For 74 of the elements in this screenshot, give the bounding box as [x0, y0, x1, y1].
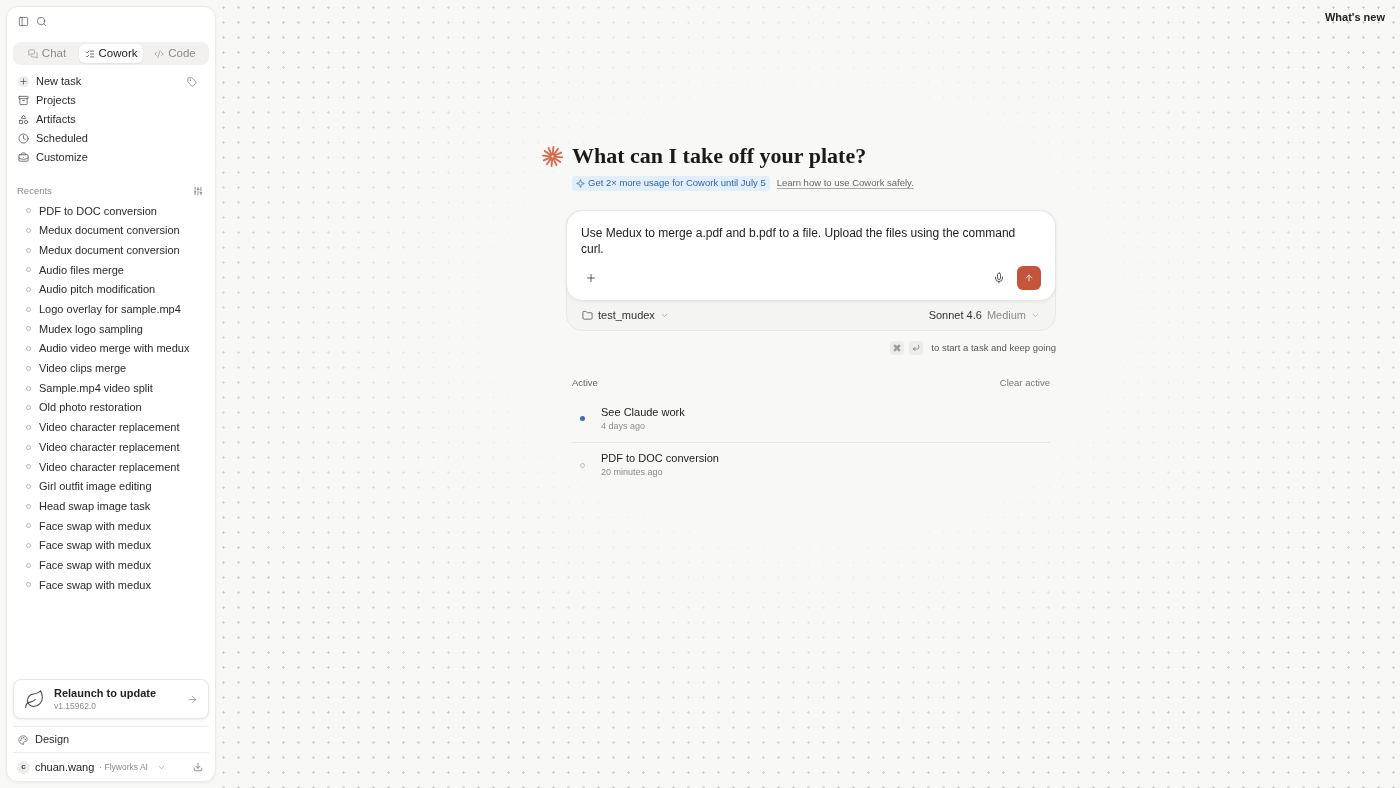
whats-new-link[interactable]: What's new [1324, 9, 1385, 26]
search-icon[interactable] [36, 15, 47, 27]
section-label: Recents [17, 183, 52, 198]
nav-item[interactable]: New task [13, 72, 82, 91]
sidebar-toggle-icon[interactable] [18, 15, 29, 27]
recent-item[interactable]: Audio pitch modification [13, 279, 209, 300]
recent-item[interactable]: Audio files merge [13, 260, 209, 280]
recent-item[interactable]: Video clips merge [13, 358, 209, 379]
send-button[interactable] [1017, 266, 1041, 290]
plus-icon [585, 272, 597, 284]
recent-item[interactable]: Audio video merge with medux [13, 338, 209, 359]
learn-more-link[interactable]: Learn how to use Cowork safely. [776, 176, 914, 191]
promo-badge[interactable]: Get 2× more usage for Cowork until July 5 [572, 176, 770, 191]
model-selector[interactable]: Sonnet 4.6 Medium [928, 306, 1040, 324]
nav-item[interactable]: Artifacts [13, 110, 76, 129]
tag-icon[interactable] [187, 76, 197, 87]
design-item[interactable]: Design [13, 731, 70, 748]
briefcase-icon [18, 152, 29, 163]
recent-item[interactable]: Video character replacement [13, 456, 209, 477]
recent-item[interactable]: Girl outfit image editing [13, 476, 209, 497]
update-card[interactable]: Relaunch to update v1.15962.0 [13, 679, 209, 719]
palette-icon [18, 734, 28, 745]
command-key-icon [890, 341, 905, 356]
return-key-icon [909, 341, 924, 356]
recent-item[interactable]: Head swap image task [13, 496, 209, 516]
sliders-icon[interactable] [193, 186, 203, 196]
version-label: v1.15962.0 [54, 699, 98, 712]
nav-item[interactable]: Projects [13, 91, 76, 110]
shortcut-hint: to start a task and keep going [931, 341, 1056, 355]
recent-item[interactable]: Face swap with medux [13, 516, 209, 536]
leaf-icon [24, 688, 45, 710]
recent-item[interactable]: Face swap with medux [13, 575, 209, 595]
clock-icon [18, 133, 29, 144]
arrow-up-icon [1024, 273, 1034, 283]
page-heading: What can I take off your plate? [572, 142, 867, 170]
recent-item[interactable]: Logo overlay for sample.mp4 [13, 299, 209, 320]
recent-item[interactable]: Face swap with medux [13, 555, 209, 576]
composer-card[interactable]: Use Medux to merge a.pdf and b.pdf to a file. Upload the files using the command curl. [566, 210, 1056, 301]
starburst-logo-icon [542, 145, 563, 167]
recent-item[interactable]: Video character replacement [13, 417, 209, 438]
clear-active-button[interactable]: Clear active [999, 376, 1050, 391]
update-title: Relaunch to update [54, 686, 158, 700]
user-name[interactable]: chuan.wang [35, 758, 95, 776]
task-title[interactable]: See Claude work [601, 404, 685, 419]
microphone-icon [993, 272, 1005, 284]
box-icon [18, 95, 29, 106]
recent-item[interactable]: Face swap with medux [13, 535, 209, 556]
recent-item[interactable]: Mudex logo sampling [13, 319, 209, 339]
shapes-icon [18, 114, 29, 125]
folder-icon [582, 309, 593, 321]
recent-item[interactable]: Video character replacement [13, 437, 209, 457]
checklist-icon [84, 48, 95, 59]
avatar: c [17, 760, 30, 774]
sparkle-icon [576, 179, 585, 188]
chat-bubbles-icon [27, 48, 38, 59]
section-label: Active [572, 376, 598, 391]
recent-item[interactable]: Sample.mp4 video split [13, 378, 209, 398]
recent-item[interactable]: Old photo restoration [13, 397, 209, 418]
nav-item[interactable]: Customize [13, 148, 88, 167]
recent-item[interactable]: Medux document conversion [13, 240, 209, 261]
code-icon [154, 48, 165, 59]
mode-tab[interactable]: Cowork [79, 44, 143, 63]
task-title[interactable]: PDF to DOC conversion [601, 451, 719, 465]
org-name: · Flyworks AI [99, 760, 148, 774]
task-time: 4 days ago [601, 419, 647, 433]
folder-selector[interactable]: test_mudex [582, 306, 669, 324]
recent-item[interactable]: Medux document conversion [13, 220, 209, 241]
prompt-input[interactable]: Use Medux to merge a.pdf and b.pdf to a file. Upload the files using the command curl. [581, 225, 1041, 259]
plus-icon [18, 76, 29, 87]
recent-item[interactable]: PDF to DOC conversion [13, 201, 209, 221]
nav-item[interactable]: Scheduled [13, 129, 88, 148]
task-time: 20 minutes ago [601, 466, 664, 479]
arrow-right-icon [187, 693, 198, 705]
download-icon[interactable] [193, 762, 203, 772]
